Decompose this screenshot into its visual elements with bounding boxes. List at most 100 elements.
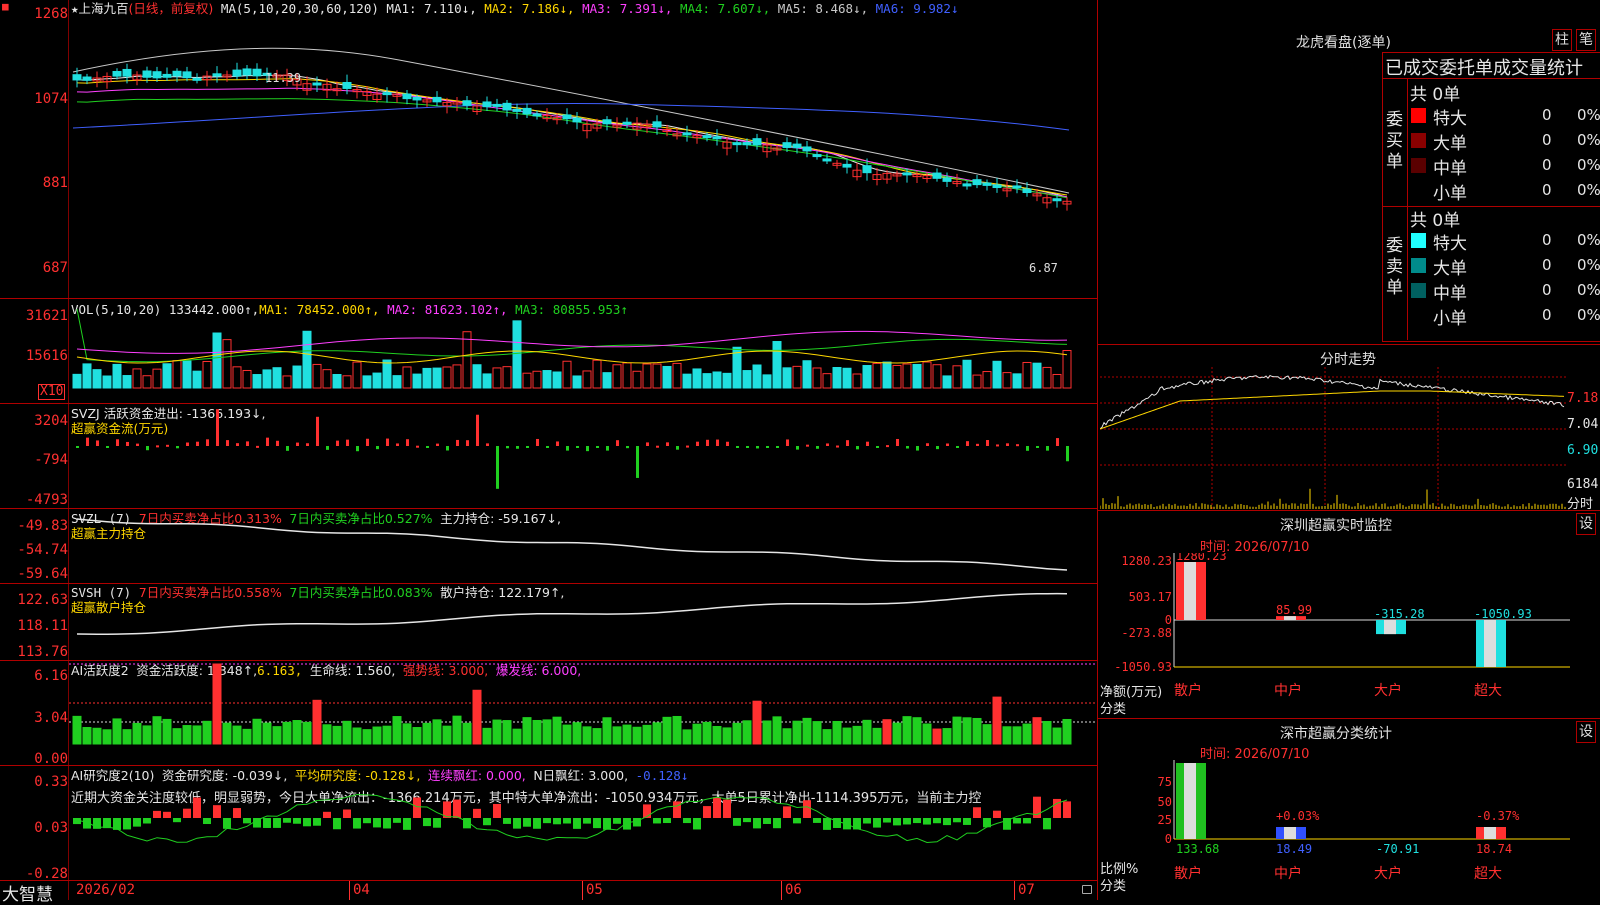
flow-bar: [166, 444, 169, 447]
ai-active-chart[interactable]: [69, 661, 1097, 765]
research-bar: [793, 818, 801, 824]
kline-chart[interactable]: 11.39 6.87: [69, 0, 1097, 298]
classify-y-label: 75: [1158, 775, 1172, 789]
candle-body: [622, 121, 632, 125]
flow-bar: [656, 445, 659, 448]
research-bar: [723, 799, 731, 818]
flow-bar: [126, 441, 129, 446]
flow-bar: [506, 446, 509, 449]
candle-body: [192, 77, 202, 81]
candle-body: [752, 138, 762, 146]
volume-bar: [642, 363, 652, 389]
monitor-cat-label: 中户: [1274, 682, 1302, 699]
classify-cat-label: 大户: [1374, 865, 1402, 882]
buy-side-label: 委买单: [1386, 110, 1403, 172]
research-bar: [413, 797, 421, 818]
activity-bar: [792, 720, 802, 745]
volume-bar: [622, 362, 632, 389]
flow-bar: [86, 437, 89, 446]
monitor-settings-button[interactable]: 设: [1576, 513, 1596, 535]
activity-bar: [762, 720, 772, 745]
x-label-4: 07: [1018, 882, 1035, 898]
research-bar: [213, 805, 221, 818]
buy-row-pct: 0%: [1577, 131, 1600, 149]
x-tick-1: [349, 881, 350, 900]
volume-bar: [112, 363, 122, 389]
flow-bar: [216, 409, 219, 446]
research-bar: [603, 818, 611, 830]
volume-bar: [232, 366, 242, 389]
svzl-y-label-2: -54.74: [17, 542, 68, 558]
volume-bar: [912, 363, 922, 389]
flow-bar: [726, 441, 729, 446]
sell-row-pct: 0%: [1577, 306, 1600, 324]
classify-change-label: -0.37%: [1476, 809, 1520, 823]
classify-bar-1: [1276, 827, 1306, 839]
classify-settings-button[interactable]: 设: [1576, 721, 1596, 743]
monitor-chart[interactable]: 1280.23 503.17 0-273.88 -1050.93 1280.23 散户 85…: [1100, 553, 1600, 717]
svzj-y-label-3: -4793: [25, 492, 68, 508]
x-tick-2: [582, 881, 583, 900]
activity-bar: [1052, 727, 1062, 745]
activity-bar: [682, 729, 692, 745]
lhb-table-header: 已成交委托单成交量统计: [1385, 58, 1583, 79]
vol-unit: X10: [38, 384, 66, 400]
research-bar: [293, 818, 301, 824]
research-bar: [773, 818, 781, 829]
volume-bar: [632, 370, 642, 389]
candle-body: [152, 71, 162, 79]
activity-bar: [832, 720, 842, 745]
flow-bar: [696, 441, 699, 446]
column-view-button[interactable]: 柱: [1552, 29, 1572, 51]
intraday-chart[interactable]: [1100, 367, 1566, 509]
main-y-label-4: 687: [42, 260, 68, 276]
classify-title: 深市超赢分类统计: [1280, 726, 1392, 742]
lock-icon[interactable]: [1082, 885, 1092, 894]
activity-bar: [612, 726, 622, 745]
flow-bar: [356, 446, 359, 452]
buy-row-count: 0: [1542, 106, 1552, 124]
flow-bar: [536, 438, 539, 446]
activity-bar: [382, 725, 392, 745]
volume-chart[interactable]: [69, 299, 1097, 403]
svsh-chart[interactable]: [69, 584, 1097, 660]
flow-bar: [526, 446, 529, 448]
flow-bar: [1016, 444, 1019, 447]
x-label-3: 06: [785, 882, 802, 898]
x-tick-3: [781, 881, 782, 900]
ai-research-chart[interactable]: [69, 766, 1097, 880]
volume-bar: [1012, 373, 1022, 389]
volume-bar: [152, 368, 162, 389]
volume-bar: [302, 330, 312, 389]
activity-bar: [492, 719, 502, 745]
activity-bar: [952, 716, 962, 745]
classify-chart[interactable]: 75 50 25 0 133.68 散户 18.49 +0.03% 中户 -70.91 大户 18.7…: [1100, 760, 1600, 900]
sell-side-label: 委卖单: [1386, 236, 1403, 298]
tick-view-button[interactable]: 笔: [1576, 29, 1596, 51]
research-bar: [923, 818, 931, 825]
activity-bar: [522, 717, 532, 745]
volume-bar: [962, 359, 972, 389]
candle-body: [402, 93, 412, 100]
activity-bar: [632, 726, 642, 745]
flow-bar: [276, 440, 279, 446]
activity-bar: [922, 723, 932, 745]
research-bar: [133, 818, 141, 827]
vol-y-label-2: 15616: [25, 348, 68, 364]
candle-body: [382, 92, 392, 96]
volume-bar: [1042, 366, 1052, 389]
flow-bar: [266, 437, 269, 446]
svzj-chart[interactable]: [69, 404, 1097, 508]
flow-bar: [246, 441, 249, 446]
research-bar: [873, 818, 881, 828]
volume-bar: [882, 361, 892, 389]
monitor-y-label: 1280.23: [1121, 554, 1172, 568]
activity-bar: [372, 726, 382, 745]
research-bar: [863, 818, 871, 824]
candle-body: [742, 142, 752, 146]
activity-bar: [552, 716, 562, 745]
activity-bar: [912, 717, 922, 745]
svzl-chart[interactable]: [69, 509, 1097, 583]
flow-bar: [716, 439, 719, 446]
svsh-y-label-3: 113.76: [17, 644, 68, 660]
